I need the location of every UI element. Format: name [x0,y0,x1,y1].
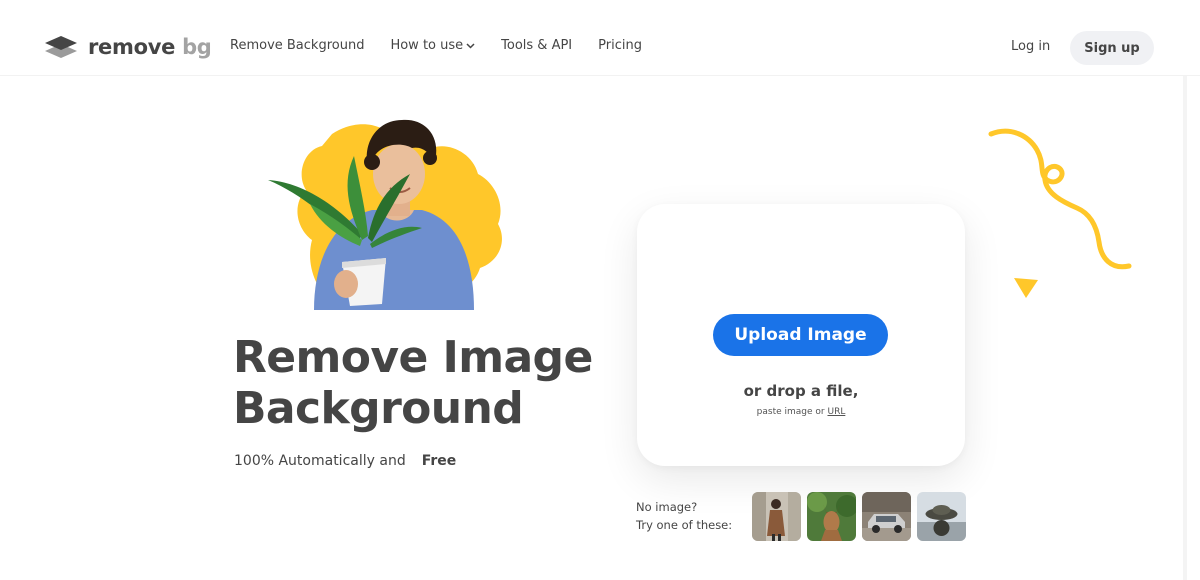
hero-title-line1: Remove Image [233,332,593,383]
squiggle-decoration [988,128,1132,270]
nav-tools-api[interactable]: Tools & API [501,38,572,53]
brand-wordmark: remove bg [88,35,212,59]
nav-remove-background[interactable]: Remove Background [230,38,364,53]
nav-pricing[interactable]: Pricing [598,38,642,53]
hero-title: Remove Image Background [233,332,623,434]
hero-person-image [268,119,502,310]
chevron-down-icon [466,42,475,49]
hero-title-line2: Background [233,383,524,434]
nav-how-to-use-label: How to use [390,38,464,53]
main-nav: Remove Background How to use Tools & API… [230,38,668,53]
sample-thumbnail-animal[interactable] [807,492,856,541]
url-link[interactable]: URL [827,407,845,417]
sample-thumbnail-person[interactable] [752,492,801,541]
free-badge: Free [412,449,471,474]
nav-how-to-use[interactable]: How to use [390,38,475,53]
login-link[interactable]: Log in [1011,39,1050,54]
sample-thumbnail-object[interactable] [917,492,966,541]
page-scrollbar[interactable] [1183,76,1187,580]
site-header: remove bg Remove Background How to use T… [0,0,1200,76]
samples-prompt: No image? Try one of these: [636,498,732,534]
upload-card[interactable]: Upload Image or drop a file, paste image… [637,204,965,466]
sample-thumbnail-car[interactable] [862,492,911,541]
logo-layers-icon [45,36,77,58]
upload-image-button[interactable]: Upload Image [713,314,888,356]
brand-logo[interactable]: remove bg [44,34,212,60]
paste-hint-text: paste image or [756,407,825,417]
triangle-decoration [1014,278,1038,298]
samples-line1: No image? [636,500,698,514]
signup-button[interactable]: Sign up [1070,31,1154,65]
samples-line2: Try one of these: [636,518,733,532]
hero-tagline: 100% Automatically and Free [234,449,471,474]
drop-file-text: or drop a file, [743,382,859,400]
tagline-text: 100% Automatically and [234,453,406,469]
free-badge-label: Free [421,453,457,469]
paste-hint: paste image or URL [637,407,965,417]
